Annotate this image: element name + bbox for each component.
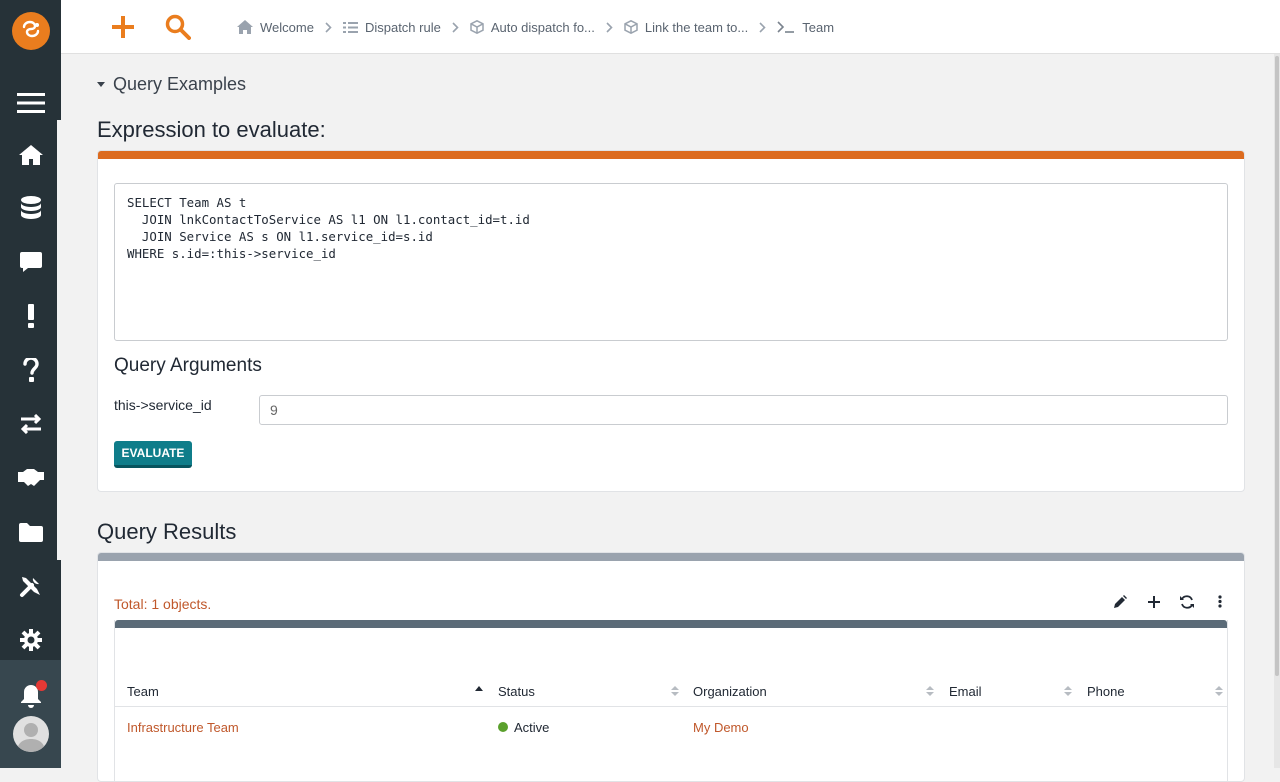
cube-icon bbox=[624, 20, 638, 34]
page-scrollbar[interactable] bbox=[1274, 54, 1280, 768]
evaluate-button[interactable]: EVALUATE bbox=[114, 441, 192, 468]
folder-icon bbox=[18, 523, 43, 542]
global-search-button[interactable] bbox=[164, 13, 192, 41]
column-header-status[interactable]: Status bbox=[498, 675, 683, 707]
sidebar-item-problems[interactable] bbox=[0, 343, 61, 397]
table-header: Team Status Organization Email Phone bbox=[115, 675, 1227, 707]
add-button[interactable] bbox=[1143, 591, 1164, 612]
caret-down-icon bbox=[97, 82, 105, 87]
breadcrumb-item-team[interactable]: Team bbox=[777, 20, 834, 35]
chevron-right-icon bbox=[452, 21, 459, 33]
query-arguments-title: Query Arguments bbox=[114, 355, 262, 376]
breadcrumb-item-auto-dispatch[interactable]: Auto dispatch fo... bbox=[470, 20, 595, 35]
results-total: Total: 1 objects. bbox=[114, 596, 212, 612]
scrollbar-thumb[interactable] bbox=[1275, 56, 1279, 676]
breadcrumb: Welcome Dispatch rule Auto dispatch fo..… bbox=[237, 0, 834, 54]
column-header-organization[interactable]: Organization bbox=[693, 675, 938, 707]
pencil-icon bbox=[1114, 595, 1127, 608]
plus-icon bbox=[1147, 595, 1160, 608]
top-bar: Welcome Dispatch rule Auto dispatch fo..… bbox=[61, 0, 1280, 54]
expression-title: Expression to evaluate: bbox=[97, 117, 326, 142]
expression-textarea[interactable]: SELECT Team AS t JOIN lnkContactToServic… bbox=[114, 183, 1228, 341]
exclamation-icon bbox=[27, 304, 34, 328]
status-active-icon bbox=[498, 722, 508, 732]
notification-badge bbox=[36, 680, 47, 691]
sort-icon bbox=[671, 686, 679, 696]
question-icon bbox=[22, 358, 39, 382]
new-object-button[interactable] bbox=[109, 13, 137, 41]
more-options-button[interactable] bbox=[1209, 591, 1230, 612]
gear-icon bbox=[19, 629, 42, 651]
team-link[interactable]: Infrastructure Team bbox=[127, 708, 239, 746]
search-icon bbox=[165, 14, 191, 40]
cube-icon bbox=[470, 20, 484, 34]
sort-asc-icon bbox=[475, 686, 483, 691]
query-results-title: Query Results bbox=[97, 519, 237, 544]
exchange-icon bbox=[20, 414, 41, 434]
status-cell: Active bbox=[498, 708, 549, 746]
panel-header-bar bbox=[98, 553, 1244, 561]
tools-icon bbox=[19, 577, 40, 597]
logo[interactable] bbox=[12, 12, 50, 50]
panel-accent-bar bbox=[98, 151, 1244, 159]
list-icon bbox=[342, 21, 358, 33]
results-toolbar bbox=[1110, 591, 1230, 612]
chevron-right-icon bbox=[606, 21, 613, 33]
plus-icon bbox=[112, 16, 134, 38]
refresh-button[interactable] bbox=[1176, 591, 1197, 612]
refresh-icon bbox=[1179, 594, 1194, 609]
breadcrumb-item-dispatch-rule[interactable]: Dispatch rule bbox=[342, 20, 441, 35]
table-header-bar bbox=[115, 620, 1227, 628]
breadcrumb-item-link-team[interactable]: Link the team to... bbox=[624, 20, 748, 35]
sort-icon bbox=[926, 686, 934, 696]
hamburger-icon bbox=[16, 93, 45, 113]
sidebar-item-changes[interactable] bbox=[0, 397, 61, 451]
sidebar-item-helpdesk[interactable] bbox=[0, 235, 61, 289]
handshake-icon bbox=[17, 469, 44, 486]
argument-label: this->service_id bbox=[114, 397, 212, 413]
column-header-phone[interactable]: Phone bbox=[1087, 675, 1227, 707]
sidebar-item-configuration[interactable] bbox=[0, 181, 61, 235]
terminal-icon bbox=[777, 21, 795, 33]
column-header-email[interactable]: Email bbox=[949, 675, 1076, 707]
edit-button[interactable] bbox=[1110, 591, 1131, 612]
sort-icon bbox=[1215, 686, 1223, 696]
menu-toggle[interactable] bbox=[0, 76, 61, 130]
home-icon bbox=[237, 20, 253, 34]
breadcrumb-item-welcome[interactable]: Welcome bbox=[237, 20, 314, 35]
query-examples-toggle[interactable]: Query Examples bbox=[97, 74, 246, 95]
kebab-menu-icon bbox=[1217, 595, 1222, 608]
expression-panel: SELECT Team AS t JOIN lnkContactToServic… bbox=[97, 150, 1245, 492]
sidebar-item-welcome[interactable] bbox=[0, 128, 61, 182]
sidebar-item-folders[interactable] bbox=[0, 505, 61, 559]
sidebar-item-incidents[interactable] bbox=[0, 289, 61, 343]
results-table: Team Status Organization Email Phone Inf… bbox=[114, 620, 1228, 781]
user-avatar[interactable] bbox=[13, 716, 49, 752]
table-row: Infrastructure Team Active My Demo bbox=[115, 708, 1227, 746]
notifications-button[interactable] bbox=[0, 669, 61, 723]
sidebar-item-admin-tools[interactable] bbox=[0, 559, 61, 613]
database-icon bbox=[20, 196, 41, 219]
chevron-right-icon bbox=[759, 21, 766, 33]
main-content: Query Examples Expression to evaluate: S… bbox=[61, 54, 1274, 782]
chat-icon bbox=[19, 252, 42, 272]
home-icon bbox=[18, 145, 43, 165]
column-header-team[interactable]: Team bbox=[127, 675, 487, 707]
sidebar-item-settings[interactable] bbox=[0, 613, 61, 667]
sidebar-item-services[interactable] bbox=[0, 451, 61, 505]
results-panel: Total: 1 objects. Team Status Organizati… bbox=[97, 552, 1245, 782]
sidebar bbox=[0, 0, 61, 768]
argument-input[interactable]: 9 bbox=[259, 395, 1228, 425]
organization-link[interactable]: My Demo bbox=[693, 708, 749, 746]
chevron-right-icon bbox=[325, 21, 332, 33]
sort-icon bbox=[1064, 686, 1072, 696]
